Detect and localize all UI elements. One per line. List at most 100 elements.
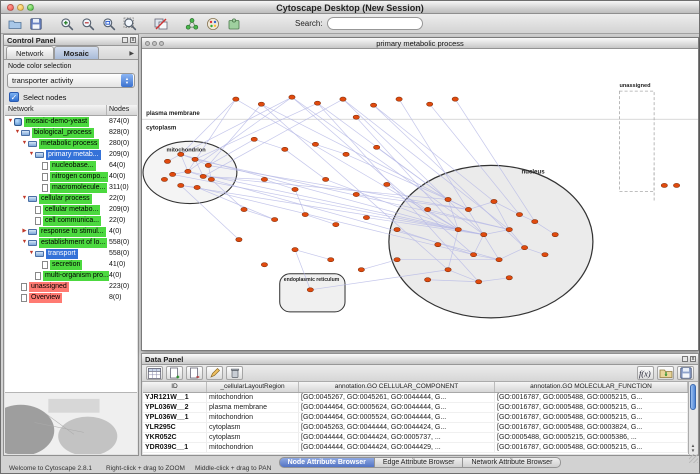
tree-item-label[interactable]: cell communica... [43, 216, 101, 226]
graph-node[interactable] [307, 288, 313, 292]
graph-node[interactable] [470, 253, 476, 257]
column-header-region[interactable]: _cellularLayoutRegion [207, 382, 299, 392]
tree-item[interactable]: multi-organism pro...4(0) [5, 270, 137, 281]
table-cell[interactable]: YPL036W__1 [143, 413, 207, 422]
tree-item-label[interactable]: multi-organism pro... [43, 271, 109, 281]
close-panel-icon[interactable]: x [130, 37, 136, 43]
open-session-icon[interactable] [6, 15, 24, 32]
tree-item[interactable]: ▼mosaic-demo-yeast874(0) [5, 116, 137, 127]
table-row[interactable]: YKR052Ccytoplasm[GO:0044444, GO:0044424,… [143, 433, 688, 443]
graph-node[interactable] [343, 152, 349, 156]
tree-item[interactable]: ▼establishment of lo...558(0) [5, 237, 137, 248]
zoom-in-icon[interactable] [58, 15, 76, 32]
tab-mosaic[interactable]: Mosaic [54, 46, 99, 59]
graph-node[interactable] [542, 253, 548, 257]
tree-item-label[interactable]: nitrogen compo... [50, 172, 108, 182]
new-network-from-selection-icon[interactable] [183, 15, 201, 32]
graph-node[interactable] [481, 233, 487, 237]
graph-node[interactable] [521, 246, 527, 250]
graph-node[interactable] [292, 248, 298, 252]
tree-item-label[interactable]: cellular process [39, 194, 92, 204]
graph-node[interactable] [258, 102, 264, 106]
select-nodes-checkbox[interactable]: ✓ [9, 92, 19, 102]
edge[interactable] [285, 149, 326, 179]
table-cell[interactable]: [GO:0016787, GO:0005488, GO:0005215, G..… [495, 413, 688, 422]
graph-node[interactable] [185, 169, 191, 173]
table-row[interactable]: YLR295Ccytoplasm[GO:0045263, GO:0044444,… [143, 423, 688, 433]
edge[interactable] [315, 144, 346, 154]
tree-item[interactable]: ▼biological_process828(0) [5, 127, 137, 138]
column-header-cellular-component[interactable]: annotation.GO CELLULAR_COMPONENT [299, 382, 495, 392]
table-cell[interactable]: [GO:0044464, GO:0005624, GO:0044444, G..… [299, 403, 495, 412]
graph-node[interactable] [312, 142, 318, 146]
graph-node[interactable] [394, 227, 400, 231]
clear-values-icon[interactable] [226, 366, 243, 380]
graph-node[interactable] [302, 212, 308, 216]
column-header-molecular-function[interactable]: annotation.GO MOLECULAR_FUNCTION [495, 382, 688, 392]
tree-item-label[interactable]: biological_process [32, 128, 94, 138]
tree-item-label[interactable]: Overview [29, 293, 62, 303]
graph-node[interactable] [370, 103, 376, 107]
graph-node[interactable] [161, 177, 167, 181]
scrollbar-arrows-icon[interactable]: ▲▼ [689, 443, 697, 453]
expand-icon[interactable]: ▼ [14, 127, 21, 138]
table-cell[interactable]: YLR295C [143, 423, 207, 432]
graph-node[interactable] [314, 101, 320, 105]
node-color-dropdown[interactable]: transporter activity ▲▼ [7, 73, 135, 88]
table-cell[interactable]: [GO:0005488, GO:0005215, GO:0005386, ... [495, 433, 688, 442]
graph-node[interactable] [353, 192, 359, 196]
scrollbar-thumb[interactable] [690, 384, 696, 410]
float-panel-icon[interactable] [682, 356, 688, 362]
tree-item-label[interactable]: unassigned [29, 282, 69, 292]
graph-node[interactable] [178, 183, 184, 187]
edge[interactable] [305, 215, 336, 225]
graph-node[interactable] [373, 145, 379, 149]
expand-icon[interactable]: ▼ [21, 193, 28, 204]
tree-item-label[interactable]: transport [46, 249, 78, 259]
create-attribute-icon[interactable] [166, 366, 183, 380]
tree-item[interactable]: ▼primary metab...209(0) [5, 149, 137, 160]
expand-icon[interactable]: ▼ [28, 248, 35, 259]
resize-grip[interactable] [689, 454, 698, 463]
tree-item-label[interactable]: primary metab... [46, 150, 101, 160]
graph-node[interactable] [452, 97, 458, 101]
table-cell[interactable]: plasma membrane [207, 403, 299, 412]
edge[interactable] [295, 189, 305, 214]
function-builder-icon[interactable]: f(x) [637, 366, 654, 380]
tree-item[interactable]: nitrogen compo...40(0) [5, 171, 137, 182]
graph-node[interactable] [236, 238, 242, 242]
graph-node[interactable] [435, 243, 441, 247]
graph-node[interactable] [322, 177, 328, 181]
tree-item[interactable]: nucleobase...64(0) [5, 160, 137, 171]
window-titlebar[interactable]: Cytoscape Desktop (New Session) [1, 1, 699, 14]
table-cell[interactable]: [GO:0045267, GO:0045261, GO:0044444, G..… [299, 393, 495, 402]
save-session-icon[interactable] [27, 15, 45, 32]
tab-scroll-right-icon[interactable]: ▶ [127, 50, 136, 59]
graph-node[interactable] [445, 197, 451, 201]
column-header-id[interactable]: ID [143, 382, 207, 392]
graph-node[interactable] [340, 97, 346, 101]
graph-node[interactable] [194, 185, 200, 189]
graph-node[interactable] [465, 207, 471, 211]
tree-column-nodes[interactable]: Nodes [107, 105, 137, 115]
tree-item[interactable]: unassigned223(0) [5, 281, 137, 292]
tree-item[interactable]: ▶response to stimul...4(0) [5, 226, 137, 237]
graph-node[interactable] [427, 102, 433, 106]
table-row[interactable]: YPL036W__2plasma membrane[GO:0044464, GO… [143, 403, 688, 413]
network-canvas[interactable]: plasma membranecytoplasmmitochondrionnuc… [142, 49, 698, 350]
hide-selected-icon[interactable] [152, 15, 170, 32]
graph-node[interactable] [192, 157, 198, 161]
plugin-manager-icon[interactable] [225, 15, 243, 32]
graph-node[interactable] [200, 174, 206, 178]
table-cell[interactable]: [GO:0044444, GO:0044424, GO:0044429, ... [299, 443, 495, 452]
zoom-fit-icon[interactable] [121, 15, 139, 32]
table-cell[interactable]: mitochondrion [207, 393, 299, 402]
table-cell[interactable]: [GO:0016787, GO:0005488, GO:0003824, G..… [495, 423, 688, 432]
graph-node[interactable] [396, 97, 402, 101]
birdseye-view[interactable] [5, 392, 137, 454]
graph-node[interactable] [333, 222, 339, 226]
edit-attribute-icon[interactable] [206, 366, 223, 380]
table-row[interactable]: YPL036W__1mitochondrion[GO:0044464, GO:0… [143, 413, 688, 423]
tree-column-network[interactable]: Network [5, 105, 107, 115]
table-cell[interactable]: [GO:0044444, GO:0044424, GO:0005737, ... [299, 433, 495, 442]
